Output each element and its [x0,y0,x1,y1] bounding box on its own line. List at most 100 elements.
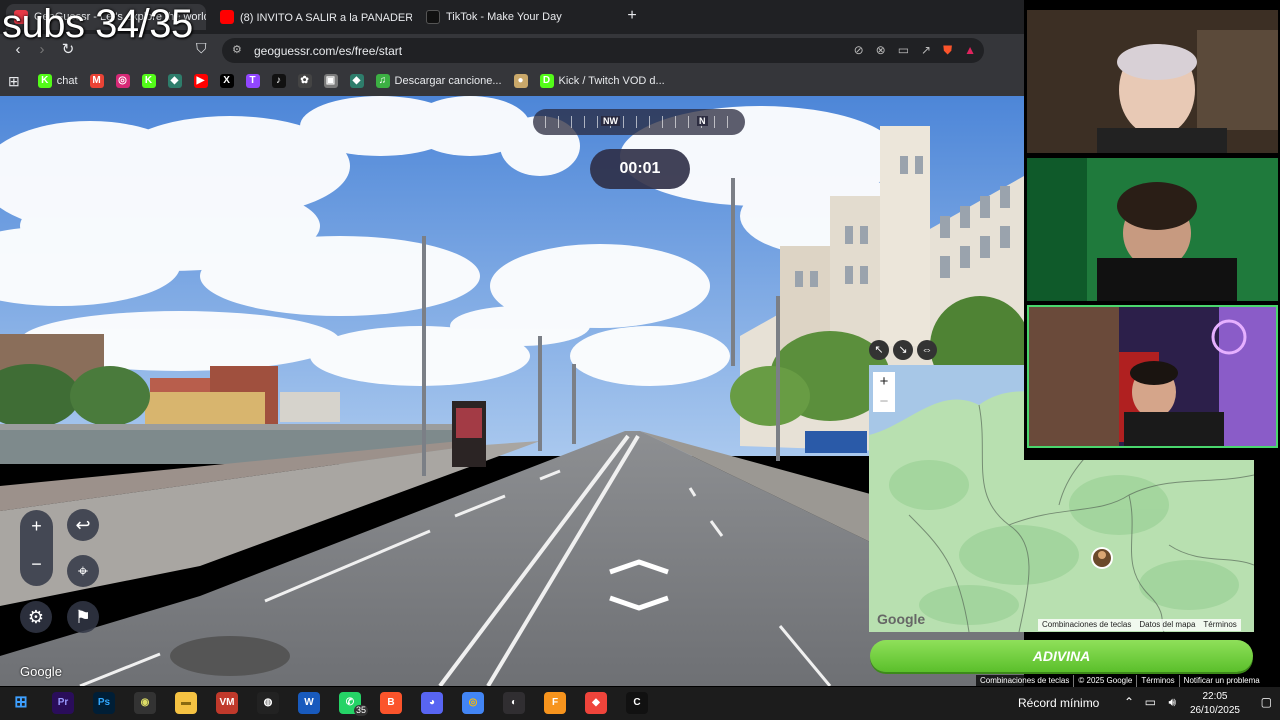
subs-overlay-text: subs 34/35 [2,2,193,46]
weather-widget[interactable]: Récord mínimo [1018,696,1099,710]
webcam-panel [1024,0,1280,460]
keyboard-shortcuts-link[interactable]: Combinaciones de teclas [976,675,1075,687]
kick-vod-icon: D [539,74,554,88]
chevron-up-icon[interactable]: ⌃ [1124,695,1134,709]
tab-youtube[interactable]: (8) INVITO A SALIR a la PANADERA😳 [212,4,412,30]
map-zoom-in-icon[interactable]: + [873,372,895,392]
return-to-start-icon[interactable]: ⌖ [67,555,99,587]
notifications-icon[interactable]: ▢ [1261,695,1272,709]
bookmark-item[interactable]: ♪ [271,74,286,88]
bookmark-item[interactable]: ◆ [349,74,364,88]
omnibox-actions: ⊘ ⊗ ▭ ↗ ⛊ ▲ [854,43,976,58]
copyright-text: © 2025 Google [1074,675,1138,687]
bookmark-item[interactable]: ▶ [193,74,208,88]
map-zoom-out-icon[interactable]: − [873,392,895,412]
bookmark-item[interactable]: T [245,74,260,88]
zoom-in-icon[interactable]: + [20,510,53,548]
photoshop-icon[interactable]: Ps [93,692,115,714]
clock-time: 22:05 [1202,691,1228,702]
bookmark-item[interactable]: Kchat [37,74,78,88]
bookmark-label: Kick / Twitch VOD d... [558,75,665,87]
windows-start-icon[interactable]: ⊞ [10,692,32,714]
guess-button[interactable]: ADIVINA [870,640,1253,672]
ethereum-icon: ◆ [349,74,364,88]
youtube-icon [220,10,234,24]
flag-icon[interactable]: ⚑ [67,601,99,633]
site-info-icon[interactable]: ⚙ [232,44,244,56]
taskbar-clock[interactable]: 22:05 26/10/2025 [1190,690,1240,718]
camera-off-icon[interactable]: ⊘ [854,43,864,58]
anydesk-icon[interactable]: ◆ [585,692,607,714]
network-icon[interactable]: ▭ [1145,695,1156,709]
street-move-arrows[interactable] [604,558,674,619]
tab-title: TikTok - Make Your Day [446,11,562,23]
zoom-out-icon[interactable]: − [20,548,53,586]
cast-icon[interactable]: ▭ [898,43,909,58]
chrome-icon[interactable]: ◎ [462,692,484,714]
street-zoom-controls: + − [20,510,53,586]
fl-studio-icon[interactable]: F [544,692,566,714]
app-icon[interactable]: ◉ [134,692,156,714]
brave-icon[interactable]: B [380,692,402,714]
minecraft-icon: ▣ [323,74,338,88]
map-expand-icon[interactable]: ↖ [869,340,889,360]
bookmark-item[interactable]: ◆ [167,74,182,88]
capcut-icon[interactable]: C [626,692,648,714]
map-keyboard-shortcuts-link[interactable]: Combinaciones de teclas [1042,619,1131,631]
screen: subs 34/35 GeoGuessr - Let's explore the… [0,0,1280,720]
webcam-1 [1027,10,1278,153]
map-footer: Combinaciones de teclas Datos del mapa T… [1038,619,1241,631]
street-footer: Combinaciones de teclas © 2025 Google Té… [976,675,1264,687]
voicemeeter-icon[interactable]: VM [216,692,238,714]
clock-date: 26/10/2025 [1189,705,1240,716]
undo-move-icon[interactable]: ↩ [67,509,99,541]
tab-title: (8) INVITO A SALIR a la PANADERA😳 [240,11,412,24]
map-terms-link[interactable]: Términos [1203,619,1236,631]
street-google-logo: Google [20,664,62,679]
share-icon[interactable]: ↗ [921,43,931,58]
map-shrink-icon[interactable]: ↘ [893,340,913,360]
report-problem-link[interactable]: Notificar un problema [1180,675,1264,687]
obs-studio-icon[interactable]: ◐ [503,692,525,714]
bookmark-item[interactable]: ◎ [115,74,130,88]
kick-icon: K [37,74,52,88]
apps-grid-icon[interactable]: ⊞ [8,73,20,90]
bookmark-item[interactable]: X [219,74,234,88]
tab-tiktok[interactable]: TikTok - Make Your Day [418,4,614,30]
bookmark-item[interactable]: ✿ [297,74,312,88]
obs-icon[interactable]: ◍ [257,692,279,714]
map-size-controls: ↖ ↘ ⇔ [869,340,937,360]
map-pin-icon[interactable]: ⇔ [917,340,937,360]
new-tab-button[interactable]: + [622,6,642,26]
bookmark-item[interactable]: K [141,74,156,88]
x-icon: X [219,74,234,88]
bookmark-item[interactable]: ▣ [323,74,338,88]
mic-off-icon[interactable]: ⊗ [876,43,886,58]
bookmark-label: chat [56,75,78,87]
map-zoom-controls: + − [873,372,895,412]
discord-icon[interactable]: ◕ [421,692,443,714]
map-data-link[interactable]: Datos del mapa [1139,619,1195,631]
tiktok-icon: ♪ [271,74,286,88]
bread-icon: ● [513,74,528,88]
bookmark-item[interactable]: M [89,74,104,88]
premiere-icon[interactable]: Pr [52,692,74,714]
volume-icon[interactable]: 🔊︎ [1168,695,1176,710]
bookmark-label: Descargar cancione... [394,75,502,87]
terms-link[interactable]: Términos [1137,675,1180,687]
word-icon[interactable]: W [298,692,320,714]
folder-icon[interactable]: ▬ [175,692,197,714]
address-bar[interactable]: ⚙ geoguessr.com/es/free/start ⊘ ⊗ ▭ ↗ ⛊ … [222,38,984,63]
settings-gear-icon[interactable]: ⚙ [20,601,52,633]
brave-rewards-icon[interactable]: ▲ [964,43,976,58]
address-url: geoguessr.com/es/free/start [254,44,403,58]
bookmark-page-icon[interactable]: ⛉ [196,40,207,57]
round-timer: 00:01 [590,149,690,189]
bookmark-item[interactable]: D Kick / Twitch VOD d... [539,74,665,88]
ethereum-icon: ◆ [167,74,182,88]
whatsapp-badge: 35 [354,705,369,716]
brave-shields-icon[interactable]: ⛊ [943,43,952,58]
bookmark-item[interactable]: ● [513,74,528,88]
bookmark-item[interactable]: ♫ Descargar cancione... [375,74,502,88]
kick-icon: K [141,74,156,88]
